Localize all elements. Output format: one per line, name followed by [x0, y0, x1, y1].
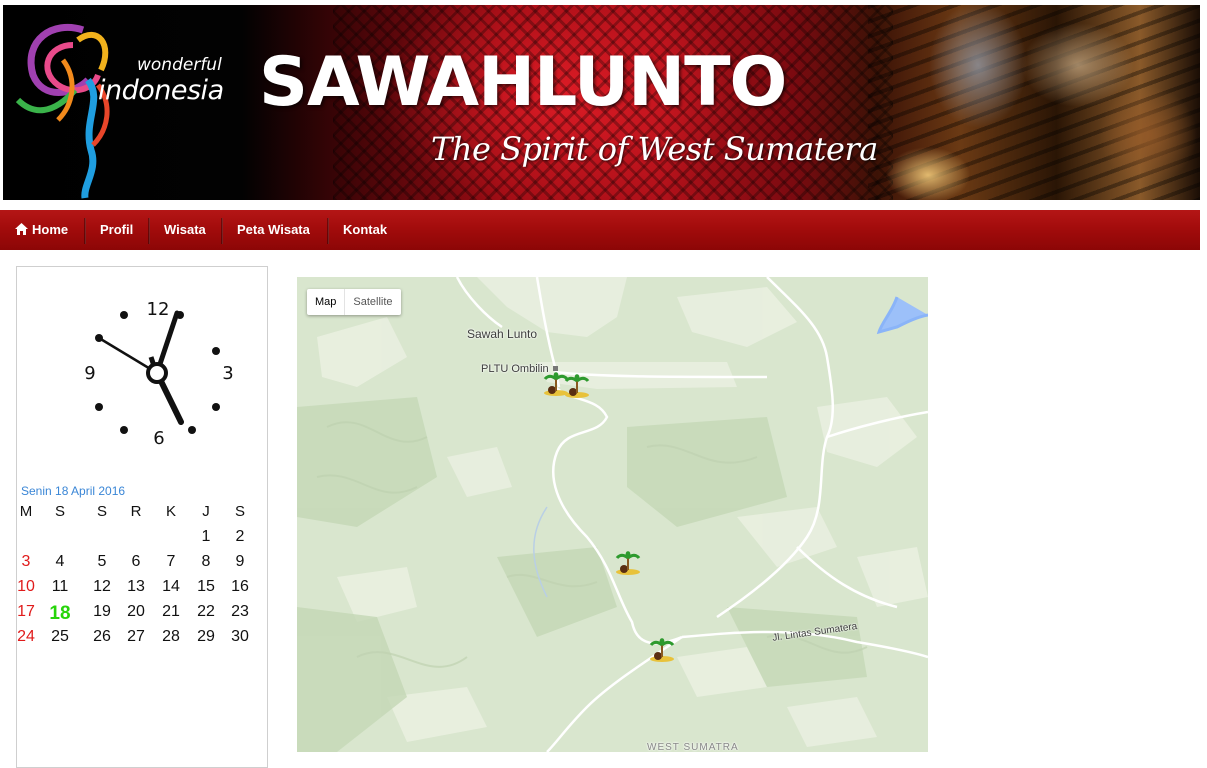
calendar-day[interactable]: 4: [43, 553, 77, 571]
calendar-day[interactable]: 21: [154, 603, 188, 621]
calendar-day[interactable]: 23: [223, 603, 257, 621]
nav-divider: [84, 218, 86, 244]
wonderful-indonesia-logo: [15, 23, 110, 199]
calendar-day[interactable]: 9: [223, 553, 257, 571]
nav-wisata[interactable]: Wisata: [164, 210, 206, 250]
calendar-day[interactable]: 10: [9, 578, 43, 596]
calendar-day[interactable]: 29: [189, 628, 223, 646]
calendar-weekday: K: [165, 503, 176, 520]
nav-divider: [327, 218, 329, 244]
palm-island-icon[interactable]: [649, 637, 675, 663]
calendar-week-row: 12: [17, 528, 267, 553]
calendar-weekday: S: [54, 503, 65, 520]
sidebar-widget: 12 3 6 9 Senin 18 April 2016 MSSRKJS1234…: [16, 266, 268, 768]
calendar-weekday: J: [202, 503, 210, 520]
calendar-day[interactable]: 16: [223, 578, 257, 596]
calendar-day[interactable]: 27: [119, 628, 153, 646]
calendar-day[interactable]: 20: [119, 603, 153, 621]
calendar-day[interactable]: 22: [189, 603, 223, 621]
calendar-day[interactable]: 28: [154, 628, 188, 646]
calendar-day-today[interactable]: 18: [43, 603, 77, 625]
nav-home[interactable]: Home: [15, 210, 68, 250]
tourism-map[interactable]: Map Satellite Sawah Lunto PLTU Ombilin J…: [297, 277, 928, 752]
logo-text-wonderful: wonderful: [137, 55, 222, 75]
clock-center: [146, 362, 168, 384]
calendar-day[interactable]: 11: [43, 578, 77, 596]
nav-divider: [221, 218, 223, 244]
calendar-weekday: S: [234, 503, 245, 520]
clock-numeral-12: 12: [147, 299, 170, 320]
calendar-day[interactable]: 1: [189, 528, 223, 546]
nav-peta-wisata[interactable]: Peta Wisata: [237, 210, 310, 250]
header-banner: wonderful indonesia SAWAHLUNTO The Spiri…: [3, 5, 1200, 200]
map-type-control: Map Satellite: [307, 289, 401, 315]
nav-home-label: Home: [32, 222, 69, 237]
calendar-day[interactable]: 24: [9, 628, 43, 646]
main-nav: Home Profil Wisata Peta Wisata Kontak: [0, 210, 1200, 250]
calendar-day[interactable]: 13: [119, 578, 153, 596]
mine-photo: [868, 5, 1200, 200]
calendar-week-row: 3456789: [17, 553, 267, 578]
calendar-weekday-header: MSSRKJS: [17, 503, 267, 528]
calendar-day[interactable]: 12: [85, 578, 119, 596]
calendar-day[interactable]: 17: [9, 603, 43, 621]
analog-clock: 12 3 6 9: [84, 299, 233, 449]
calendar-day[interactable]: 2: [223, 528, 257, 546]
calendar-week-row: 10 11 12 13 14 15 16: [17, 578, 267, 603]
calendar-day[interactable]: 26: [85, 628, 119, 646]
clock-numeral-3: 3: [222, 363, 233, 384]
calendar-title: Senin 18 April 2016: [21, 484, 126, 498]
site-title: SAWAHLUNTO: [259, 43, 787, 122]
calendar-day[interactable]: 8: [189, 553, 223, 571]
calendar-day[interactable]: 30: [223, 628, 257, 646]
calendar-weekday: S: [96, 503, 107, 520]
home-icon: [15, 223, 28, 235]
calendar-day[interactable]: 3: [9, 553, 43, 571]
logo-text-indonesia: indonesia: [98, 75, 224, 106]
map-label-poi: PLTU Ombilin: [481, 363, 549, 375]
calendar-day[interactable]: 19: [85, 603, 119, 621]
calendar-weekday: R: [130, 503, 142, 520]
nav-kontak[interactable]: Kontak: [343, 210, 387, 250]
map-terrain: [297, 277, 928, 752]
nav-profil[interactable]: Profil: [100, 210, 133, 250]
map-type-map-button[interactable]: Map: [307, 289, 346, 315]
nav-divider: [148, 218, 150, 244]
calendar-week-row: 17 18 19 20 21 22 23: [17, 603, 267, 628]
calendar-day[interactable]: 15: [189, 578, 223, 596]
map-type-satellite-button[interactable]: Satellite: [345, 289, 400, 315]
map-label-region: WEST SUMATRA: [647, 742, 739, 752]
calendar-day[interactable]: 25: [43, 628, 77, 646]
calendar-day[interactable]: 5: [85, 553, 119, 571]
clock-numeral-9: 9: [84, 363, 95, 384]
palm-island-icon[interactable]: [564, 373, 590, 399]
calendar-day[interactable]: 14: [154, 578, 188, 596]
calendar-weekday: M: [19, 503, 33, 520]
palm-island-icon[interactable]: [615, 550, 641, 576]
clock-numeral-6: 6: [153, 428, 164, 449]
site-tagline: The Spirit of West Sumatera: [431, 130, 878, 168]
calendar-day[interactable]: 6: [119, 553, 153, 571]
calendar-day[interactable]: 7: [154, 553, 188, 571]
calendar-week-row: 24 25 26 27 28 29 30: [17, 628, 267, 653]
calendar-grid: M S S R K J S 1 2 3 4 5 6 7 8 9 10 11 12 13 14 15 16 17 18 19 20 21…: [17, 503, 267, 653]
map-label-town: Sawah Lunto: [467, 327, 538, 341]
